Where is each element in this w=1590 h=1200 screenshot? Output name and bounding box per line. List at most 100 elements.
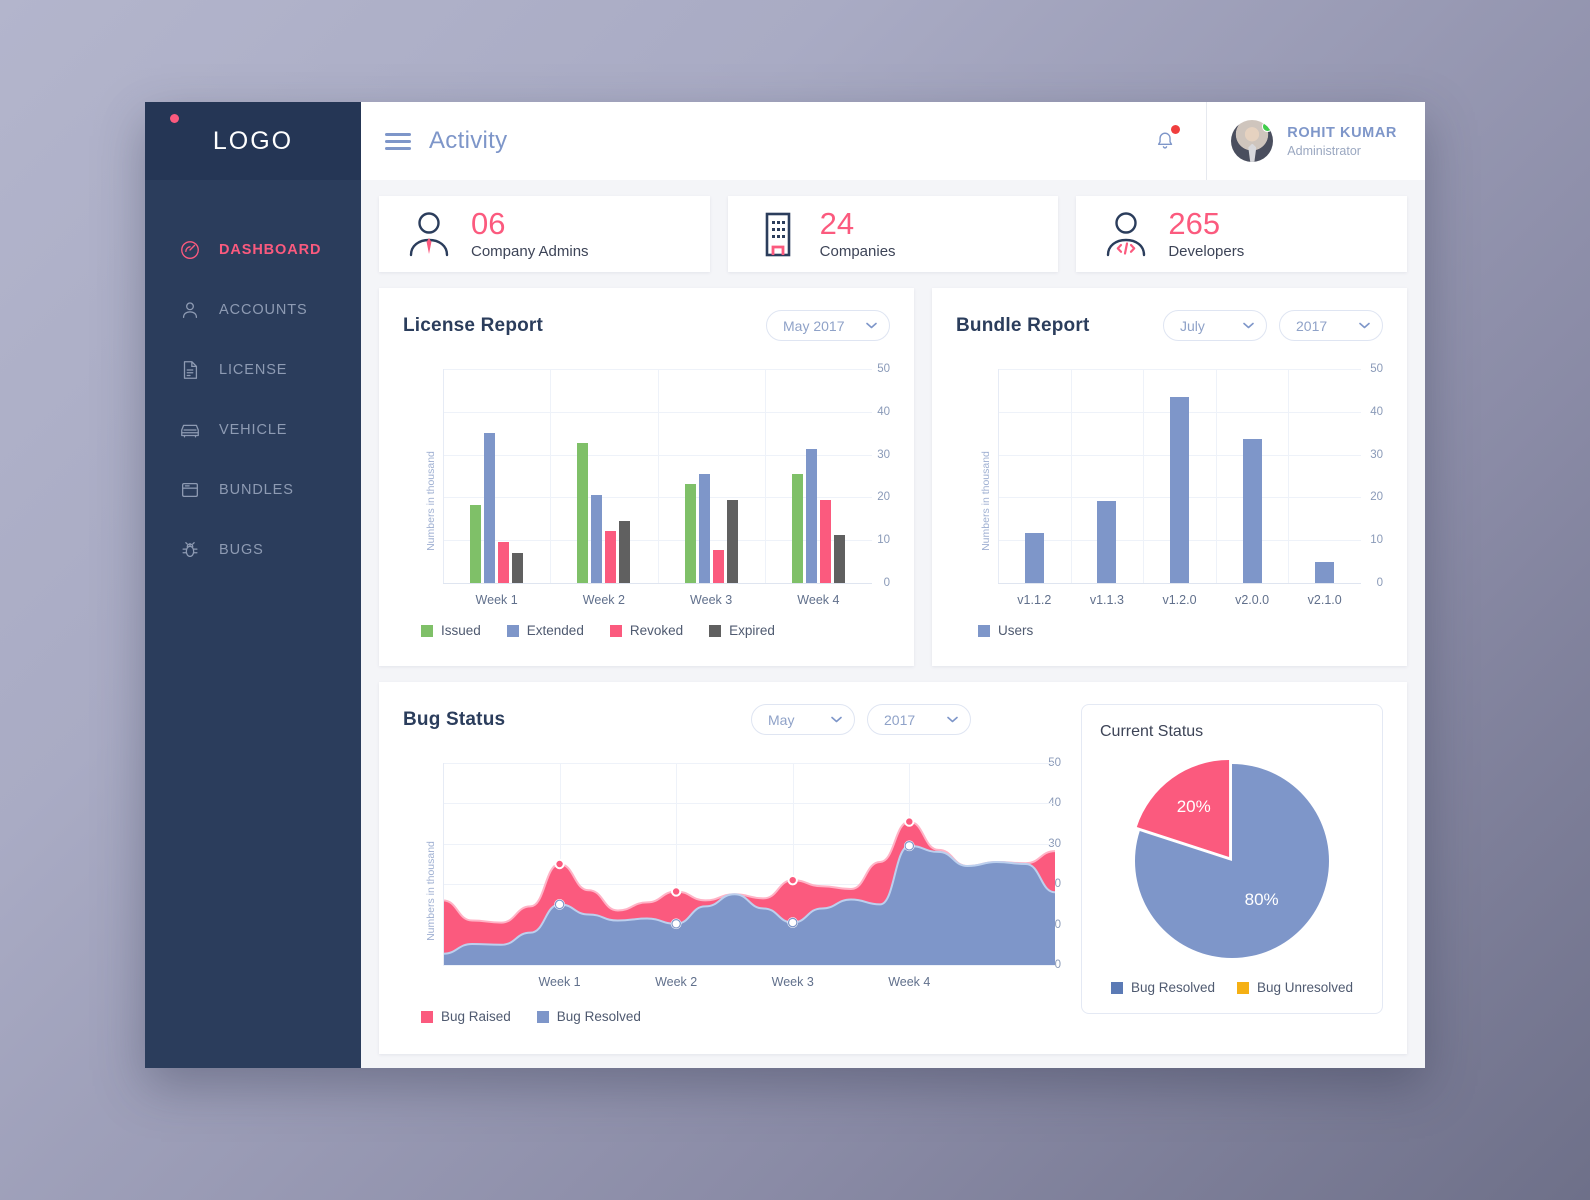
bar[interactable]	[1315, 562, 1335, 583]
legend-item[interactable]: Revoked	[609, 623, 684, 638]
gridline	[1215, 369, 1217, 583]
chevron-down-icon	[866, 322, 877, 329]
stat-value: 06	[471, 206, 506, 241]
bar[interactable]	[805, 449, 817, 583]
legend-label: Extended	[526, 623, 584, 638]
bundle-bar-chart: Numbers in thousand 0 10 20 30 40 50 v1.1.2 v1.1…	[956, 361, 1383, 641]
data-point[interactable]	[787, 874, 798, 886]
legend-label: Users	[998, 623, 1034, 638]
sidebar-item-license[interactable]: LICENSE	[145, 340, 361, 400]
bar[interactable]	[726, 499, 738, 583]
bug-year-dropdown[interactable]: 2017	[867, 704, 971, 735]
pie-legend: Bug Resolved Bug Unresolved	[1100, 980, 1364, 999]
bundle-report-panel: Bundle Report July 2017 Numbers in thous…	[932, 288, 1407, 666]
sidebar-item-bugs[interactable]: BUGS	[145, 520, 361, 580]
panel-title: Bug Status	[403, 708, 506, 730]
legend-item[interactable]: Extended	[506, 623, 584, 638]
user-profile[interactable]: ROHIT KUMAR Administrator	[1206, 102, 1425, 180]
bar[interactable]	[1024, 532, 1044, 583]
chevron-down-icon	[831, 716, 842, 723]
bar[interactable]	[1170, 397, 1189, 583]
x-tick-label: Week 2	[582, 593, 625, 607]
x-tick-label: Week 1	[475, 593, 518, 607]
stat-card-company-admins[interactable]: 06 Company Admins	[379, 196, 710, 272]
x-tick-label: Week 3	[690, 593, 733, 607]
legend-swatch	[536, 1010, 549, 1023]
legend-item[interactable]: Issued	[421, 623, 481, 638]
pie-svg	[1135, 759, 1329, 958]
bar[interactable]	[684, 484, 696, 583]
x-tick-label: Week 1	[538, 975, 581, 989]
x-tick-label: v2.0.0	[1235, 593, 1270, 607]
bundle-year-dropdown[interactable]: 2017	[1279, 310, 1383, 341]
dropdown-value: May 2017	[783, 317, 845, 334]
bar[interactable]	[619, 520, 631, 583]
chart-legend: Bug Raised Bug Resolved	[421, 1009, 641, 1024]
bar[interactable]	[712, 550, 724, 583]
license-month-year-dropdown[interactable]: May 2017	[766, 310, 890, 341]
bug-month-dropdown[interactable]: May	[751, 704, 855, 735]
logo-text: LOGO	[212, 126, 294, 155]
license-bar-chart: Numbers in thousand 0 10 20 30 40 50 Week 1 Week…	[403, 361, 890, 641]
logo[interactable]: LOGO	[145, 102, 361, 180]
bar[interactable]	[1097, 500, 1117, 583]
data-point[interactable]	[670, 886, 682, 897]
legend-swatch	[609, 624, 622, 637]
stat-card-developers[interactable]: 265 Developers	[1076, 196, 1408, 272]
axis-line	[443, 369, 444, 583]
legend-item[interactable]: Bug Resolved	[1110, 980, 1215, 995]
bar[interactable]	[498, 541, 510, 583]
notification-bell-button[interactable]	[1124, 125, 1206, 153]
legend-item[interactable]: Bug Raised	[421, 1009, 511, 1024]
sidebar-item-dashboard[interactable]: DASHBOARD	[145, 220, 361, 280]
bar[interactable]	[470, 504, 482, 583]
bar[interactable]	[819, 499, 831, 583]
stat-cards-row: 06 Company Admins 24 Companies 265 Devel…	[379, 196, 1408, 272]
bar[interactable]	[791, 474, 803, 583]
stat-card-companies[interactable]: 24 Companies	[727, 196, 1059, 272]
legend-swatch	[709, 624, 722, 637]
x-tick-label: v1.1.2	[1017, 593, 1052, 607]
y-axis-title: Numbers in thousand	[979, 451, 992, 551]
legend-label: Revoked	[629, 623, 684, 638]
bar[interactable]	[577, 443, 589, 583]
pie-slice-label: 80%	[1244, 890, 1279, 910]
bar[interactable]	[1242, 439, 1262, 583]
topbar-right: ROHIT KUMAR Administrator	[1124, 102, 1425, 180]
sidebar-item-vehicle[interactable]: VEHICLE	[145, 400, 361, 460]
sidebar-item-bundles[interactable]: BUNDLES	[145, 460, 361, 520]
car-icon	[177, 417, 203, 443]
developer-code-icon	[1104, 209, 1150, 259]
legend-item[interactable]: Users	[978, 623, 1033, 638]
bar[interactable]	[605, 531, 617, 583]
gridline	[764, 369, 766, 583]
dropdown-value: May	[768, 711, 795, 728]
dashboard-content: 06 Company Admins 24 Companies 265 Devel…	[361, 180, 1425, 1068]
topbar: Activity ROHIT KUMAR Administrator	[361, 102, 1425, 180]
hamburger-icon[interactable]	[385, 129, 411, 154]
legend-swatch	[1237, 981, 1249, 994]
bar[interactable]	[698, 474, 710, 583]
sidebar-item-accounts[interactable]: ACCOUNTS	[145, 280, 361, 340]
legend-item[interactable]: Expired	[709, 623, 775, 638]
bar[interactable]	[591, 494, 603, 583]
bar[interactable]	[512, 552, 524, 583]
legend-item[interactable]: Bug Unresolved	[1237, 980, 1353, 995]
legend-swatch	[978, 624, 990, 637]
axis-line	[998, 369, 999, 583]
gridline	[1143, 369, 1145, 583]
gridline	[1288, 369, 1290, 583]
data-point[interactable]	[904, 816, 915, 827]
chevron-down-icon	[1359, 322, 1370, 329]
bar[interactable]	[484, 433, 496, 583]
bar[interactable]	[833, 534, 845, 583]
legend-swatch	[506, 624, 519, 637]
chart-legend: Users	[978, 623, 1033, 638]
y-axis-title: Numbers in thousand	[424, 451, 437, 551]
bundle-month-dropdown[interactable]: July	[1163, 310, 1267, 341]
legend-item[interactable]: Bug Resolved	[536, 1009, 641, 1024]
data-point[interactable]	[554, 858, 565, 870]
app-window: LOGO DASHBOARD ACCOUNTS LICENSE VEHICLE …	[145, 102, 1425, 1068]
axis-line	[998, 583, 1361, 584]
gridline	[550, 369, 552, 583]
